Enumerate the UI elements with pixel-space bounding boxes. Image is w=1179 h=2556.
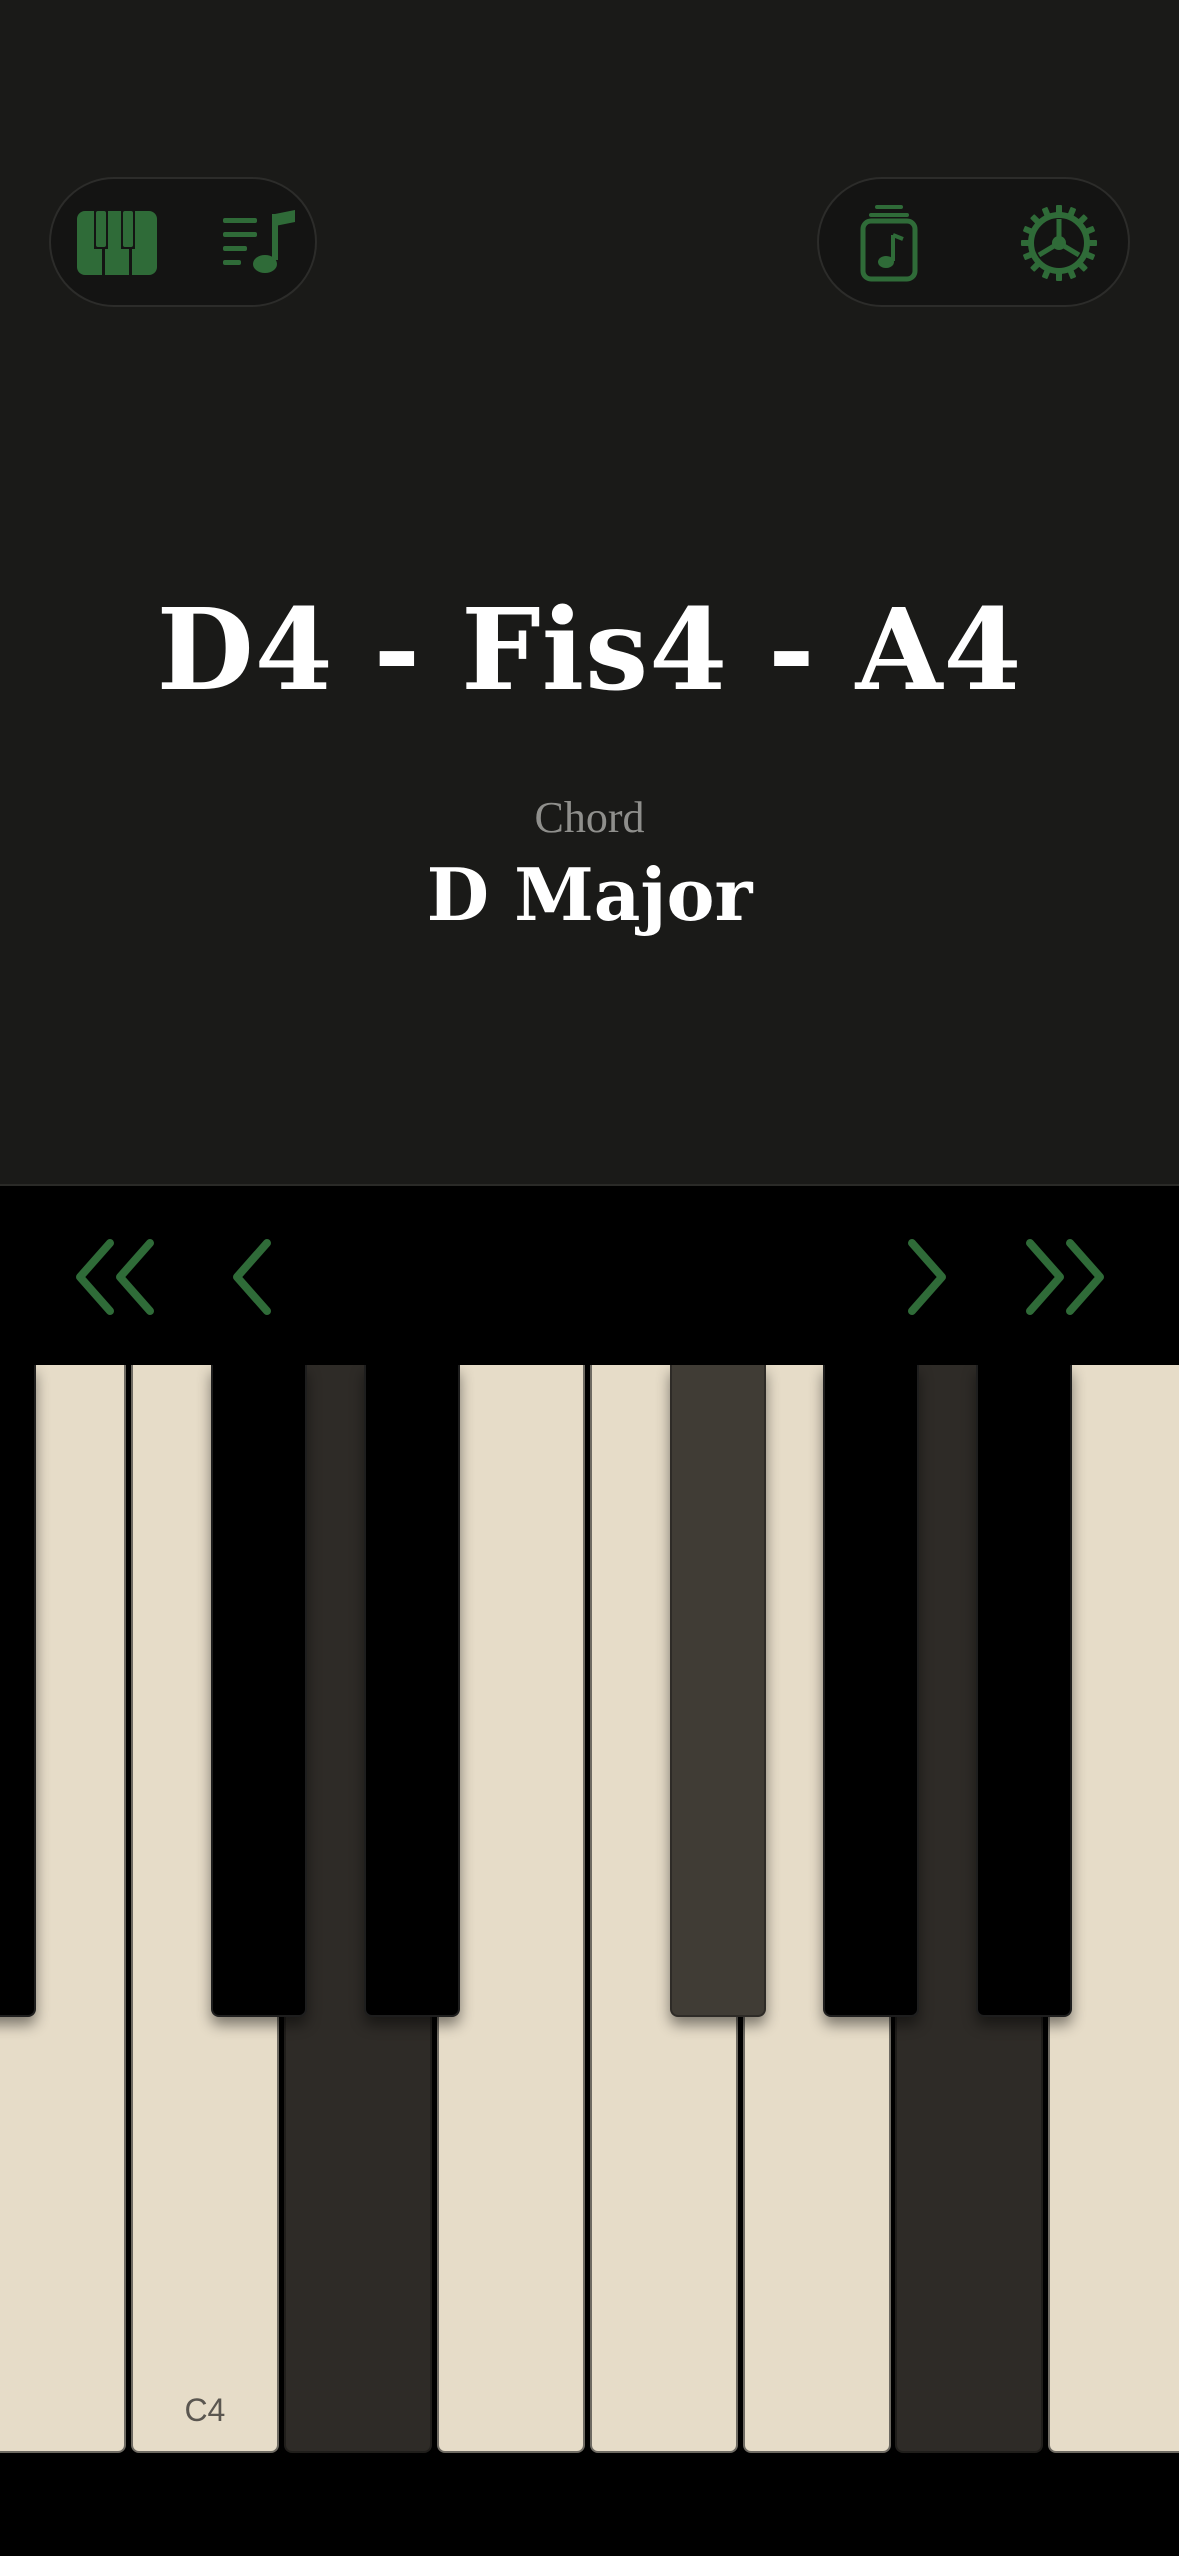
piano-keys-icon[interactable]: [71, 197, 163, 289]
display-panel: D4 - Fis4 - A4 Chord D Major: [0, 0, 1179, 1186]
black-key-csharp4[interactable]: [211, 1365, 307, 2017]
black-key-fsharp4[interactable]: [670, 1365, 766, 2017]
black-key-asharp3[interactable]: [0, 1365, 36, 2017]
double-chevron-left-icon[interactable]: [60, 1222, 170, 1332]
chord-name: D Major: [426, 852, 753, 937]
chord-label: Chord: [534, 793, 645, 842]
piano-keyboard: C4: [0, 1365, 1179, 2455]
black-key-dsharp4[interactable]: [364, 1365, 460, 2017]
double-chevron-right-icon[interactable]: [1010, 1222, 1120, 1332]
mode-toolbar: [49, 177, 317, 307]
notes-display: D4 - Fis4 - A4: [156, 585, 1023, 716]
chevron-right-icon[interactable]: [872, 1222, 982, 1332]
black-key-asharp4[interactable]: [976, 1365, 1072, 2017]
key-label: C4: [184, 2392, 226, 2428]
app-screen: D4 - Fis4 - A4 Chord D Major C4: [0, 0, 1179, 2556]
sound-library-icon[interactable]: [843, 197, 935, 289]
options-toolbar: [817, 177, 1130, 307]
chevron-left-icon[interactable]: [197, 1222, 307, 1332]
settings-gear-icon[interactable]: [1013, 197, 1105, 289]
music-list-icon[interactable]: [215, 197, 307, 289]
black-key-gsharp4[interactable]: [823, 1365, 919, 2017]
